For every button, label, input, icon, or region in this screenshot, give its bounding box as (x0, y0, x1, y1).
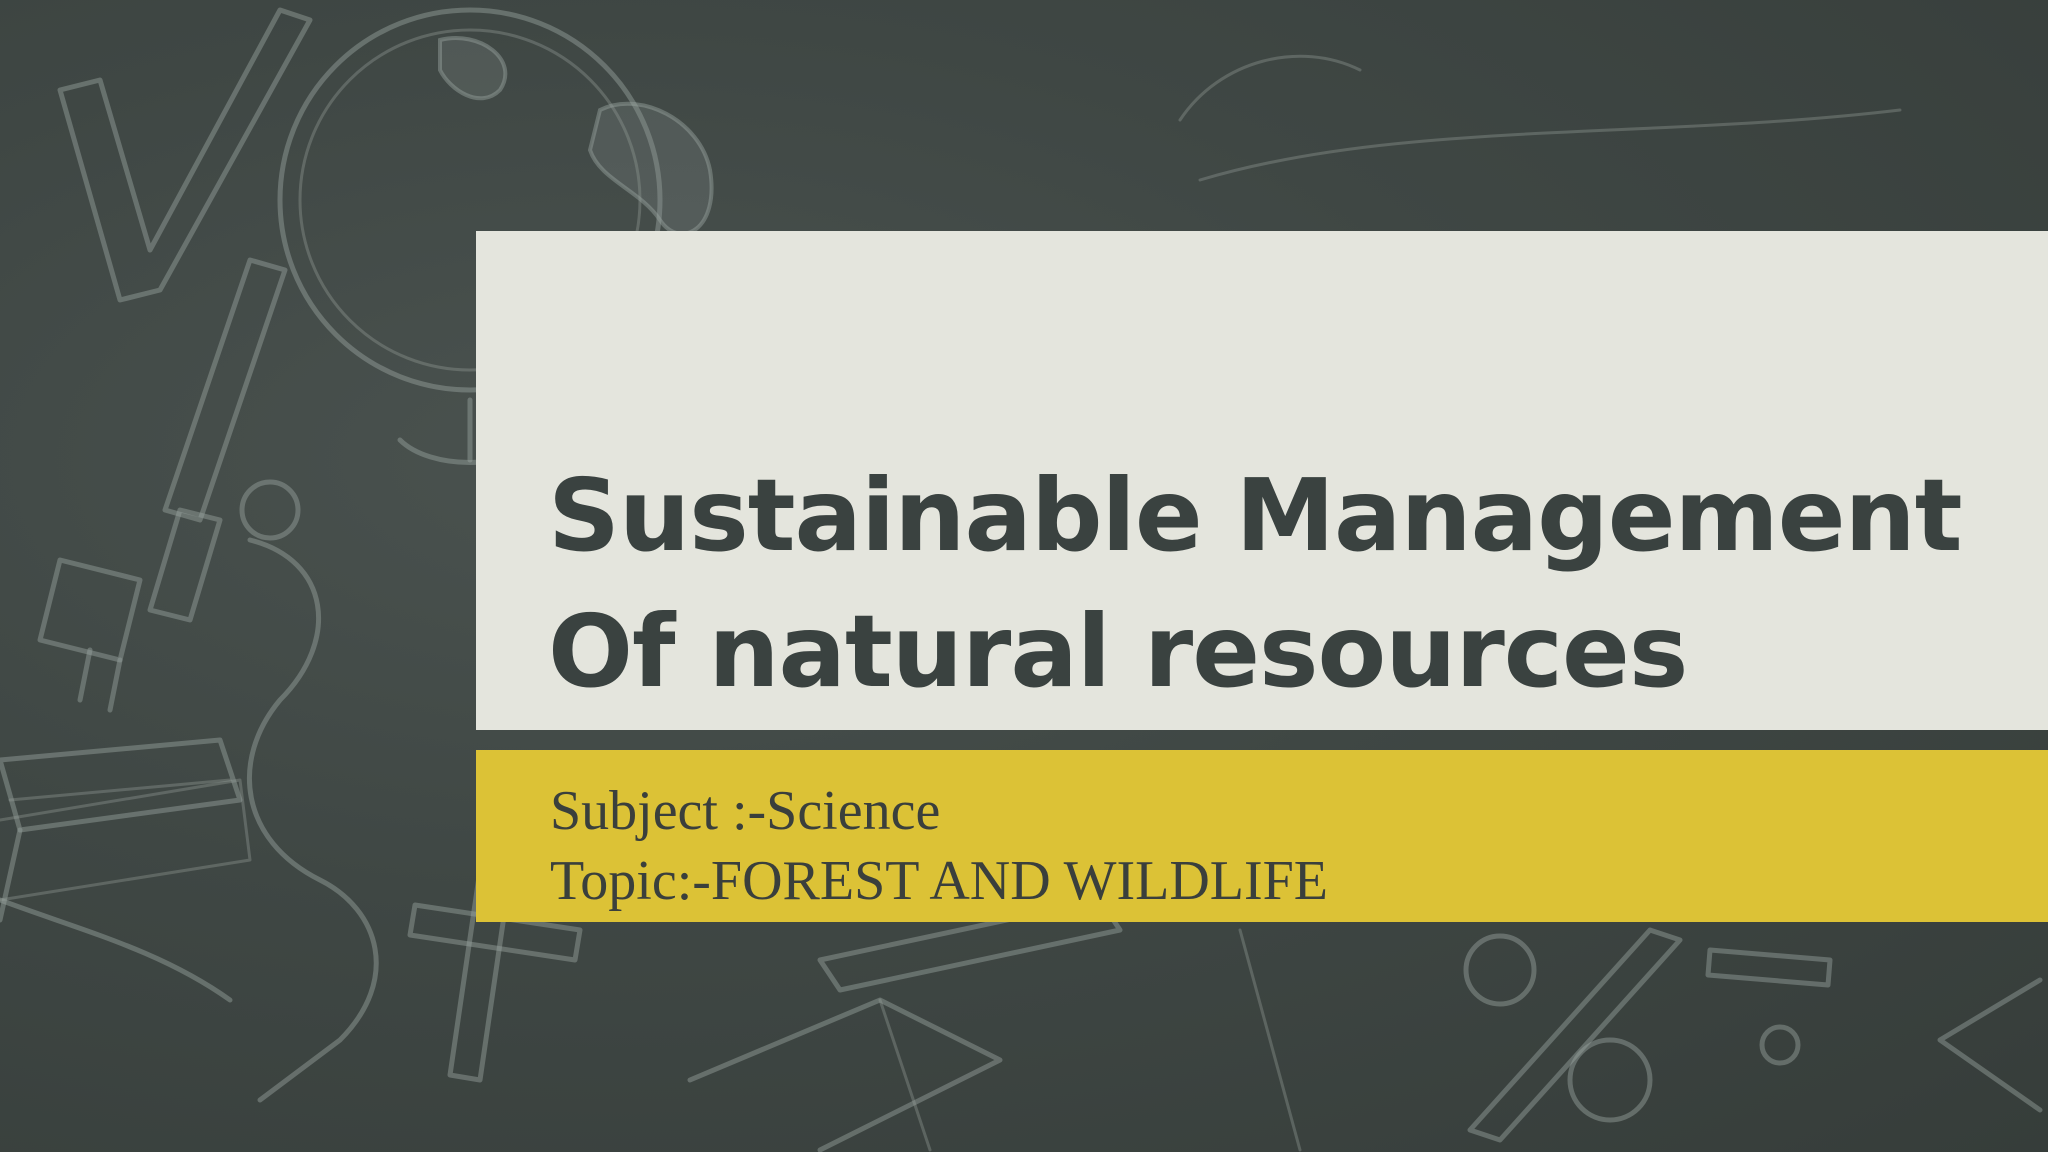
percent-icon (1463, 927, 1683, 1143)
open-book-icon (687, 897, 1302, 1152)
slide: Sustainable Management Of natural resour… (0, 0, 2048, 1152)
microscope-icon (0, 257, 379, 1103)
minus-icon (1705, 947, 1833, 1066)
slide-title: Sustainable Management Of natural resour… (548, 448, 2008, 720)
checkmark-icon (57, 7, 313, 303)
slide-subtitle: Subject :-Science Topic:-FOREST AND WILD… (550, 776, 1328, 916)
subject-line: Subject :-Science (550, 780, 941, 842)
title-line-2: Of natural resources (548, 593, 1688, 710)
topic-line: Topic:-FOREST AND WILDLIFE (550, 850, 1328, 912)
title-line-1: Sustainable Management (548, 457, 1963, 574)
less-than-icon (1937, 977, 2043, 1113)
